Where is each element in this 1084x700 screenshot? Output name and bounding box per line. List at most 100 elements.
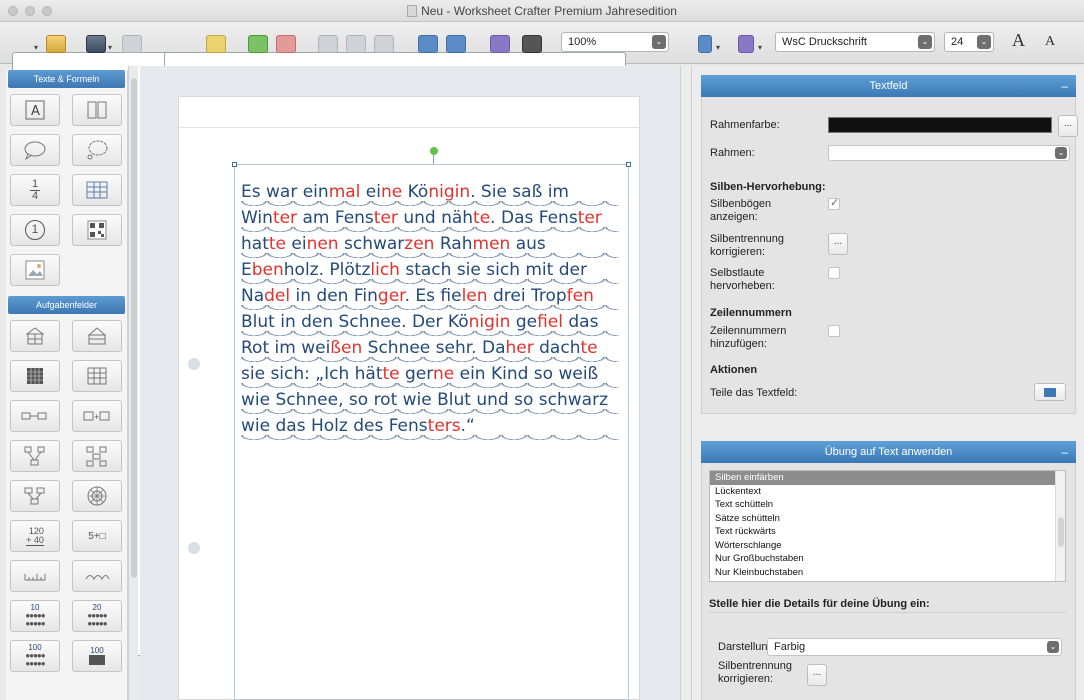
frame-color-swatch[interactable] [828, 117, 1052, 133]
exercise-list-item[interactable]: Nur Großbuchstaben [710, 552, 1065, 566]
hundred-board-tool-button[interactable] [10, 360, 60, 392]
frame-color-more-button[interactable]: ... [1058, 115, 1078, 137]
dot-field-20-button[interactable]: 20 ●●●●● ●●●●● [72, 600, 122, 632]
exercise-syllable-fix-button[interactable]: ... [807, 664, 827, 686]
hundred-field-button[interactable]: 100 [72, 640, 122, 672]
line-numbers-checkbox[interactable] [828, 325, 840, 337]
exercise-list-item[interactable]: Silben einfärben [710, 471, 1065, 485]
palette-scroll-thumb[interactable] [131, 78, 137, 578]
notes-icon[interactable] [206, 35, 226, 53]
font-size-select[interactable]: 24 ⌄ [944, 32, 994, 52]
display-select[interactable]: Farbig ⌄ [767, 638, 1062, 656]
spider-web-tool-button[interactable] [72, 480, 122, 512]
book-icon[interactable] [522, 35, 542, 53]
calculation-tree-tool-button[interactable] [72, 440, 122, 472]
page-header-line [179, 127, 639, 128]
open-folder-icon[interactable] [46, 35, 66, 53]
bar-chart-icon[interactable] [738, 35, 754, 53]
tree-diagram-tool-button[interactable] [10, 440, 60, 472]
title-bar: Neu - Worksheet Crafter Premium Jahresed… [0, 0, 1084, 22]
thought-bubble-tool-button[interactable] [72, 134, 122, 166]
chevron-down-icon[interactable]: ▾ [34, 43, 38, 52]
grid-icon [87, 367, 107, 385]
syllable-fix-button[interactable]: ... [828, 233, 848, 255]
vowels-checkbox[interactable] [828, 267, 840, 279]
speech-bubble-tool-button[interactable] [10, 134, 60, 166]
number-line-tool-button[interactable] [10, 400, 60, 432]
textbox-frame[interactable]: Es war einmal eine Königin. Sie saß im Wi… [232, 162, 631, 700]
exercise-list-item[interactable]: Text rückwärts [710, 525, 1065, 539]
chevron-down-icon[interactable]: ▾ [108, 43, 112, 52]
fraction-tool-button[interactable]: 14 [10, 174, 60, 206]
syllable-highlight: te [382, 364, 400, 384]
exercise-list-item[interactable]: Wörterschlange [710, 539, 1065, 553]
worksheet-canvas[interactable]: Es war einmal eine Königin. Sie saß im Wi… [140, 66, 680, 700]
numbering-tool-button[interactable]: 1 [10, 214, 60, 246]
dot-field-10-button[interactable]: 10 ●●●●● ●●●●● [10, 600, 60, 632]
textfeld-panel-header[interactable]: Textfeld – [701, 75, 1076, 97]
grow-font-button[interactable]: A [1012, 30, 1025, 51]
exercise-list-scrollbar[interactable] [1055, 471, 1065, 581]
scroll-thumb[interactable] [1058, 517, 1064, 547]
grid-tool-button[interactable] [72, 360, 122, 392]
exercise-list-item[interactable]: Nur Kleinbuchstaben [710, 566, 1065, 580]
columns-tool-button[interactable] [72, 94, 122, 126]
dot-field-100-button[interactable]: 100 ●●●●● ●●●●● [10, 640, 60, 672]
text-segment: . Sie saß im [470, 182, 569, 202]
exercise-list[interactable]: Silben einfärben Lückentext Text schütteln… [709, 470, 1066, 582]
paste-icon[interactable] [374, 35, 394, 53]
number-line-jumps-tool-button[interactable] [72, 560, 122, 592]
exercise-list-item[interactable]: Text schütteln [710, 498, 1065, 512]
text-segment: Rot im wei [241, 338, 331, 358]
split-textfield-button[interactable] [1034, 383, 1066, 401]
collapse-icon[interactable]: – [1061, 75, 1068, 97]
written-calculation-tool-button[interactable]: 120 + 40 [10, 520, 60, 552]
hundred-field-icon [89, 655, 105, 665]
pyramid-tool-button[interactable] [10, 480, 60, 512]
text-segment: das [562, 312, 599, 332]
delete-page-icon[interactable] [276, 35, 296, 53]
chevron-down-icon: ⌄ [1047, 641, 1059, 653]
canvas-scrollbar[interactable] [680, 66, 692, 700]
exercise-list-item[interactable]: Lückentext [710, 485, 1065, 499]
worksheet-page[interactable]: Es war einmal eine Königin. Sie saß im Wi… [178, 96, 640, 700]
textbox-icon: A [25, 100, 45, 120]
magic-icon[interactable] [490, 35, 510, 53]
resize-handle-top-left[interactable] [232, 162, 237, 167]
qr-code-tool-button[interactable] [72, 214, 122, 246]
house-table-tool-button[interactable] [72, 320, 122, 352]
chevron-down-icon[interactable]: ▾ [758, 43, 762, 52]
syllable-arcs-checkbox[interactable] [828, 196, 840, 210]
image-tool-button[interactable] [10, 254, 60, 286]
chevron-down-icon[interactable]: ▾ [716, 43, 720, 52]
table-tool-button[interactable] [72, 174, 122, 206]
collapse-icon[interactable]: – [1061, 441, 1068, 463]
divider [709, 612, 1066, 613]
ruler-tool-button[interactable] [10, 560, 60, 592]
syllable-arcs [241, 435, 619, 440]
exercise-panel-header[interactable]: Übung auf Text anwenden – [701, 441, 1076, 463]
rotate-handle[interactable] [430, 147, 438, 155]
resize-handle-top-right[interactable] [626, 162, 631, 167]
exercise-list-item[interactable]: Sätze schütteln [710, 512, 1065, 526]
shrink-font-button[interactable]: A [1045, 34, 1055, 50]
font-select[interactable]: WsC Druckschrift ⌄ [775, 32, 935, 52]
text-segment: Win [241, 208, 273, 228]
house-grid-tool-button[interactable] [10, 320, 60, 352]
equation-tool-button[interactable]: 5+□ [72, 520, 122, 552]
zoom-select[interactable]: 100% ⌄ [561, 32, 669, 52]
dolphin-icon[interactable] [418, 35, 438, 53]
operator-tool-button[interactable]: + [72, 400, 122, 432]
dolphin-alt-icon[interactable] [446, 35, 466, 53]
align-icon[interactable] [698, 35, 712, 53]
frame-select[interactable]: ⌄ [828, 145, 1070, 161]
inspector-panel: Textfeld – Rahmenfarbe: ... Rahmen: ⌄ Sil… [692, 66, 1084, 700]
add-page-icon[interactable] [248, 35, 268, 53]
textbox-tool-button[interactable]: A [10, 94, 60, 126]
story-text[interactable]: Es war einmal eine Königin. Sie saß im Wi… [241, 179, 631, 440]
copy-icon[interactable] [346, 35, 366, 53]
cut-icon[interactable] [318, 35, 338, 53]
undo-icon[interactable] [122, 35, 142, 53]
save-icon[interactable] [86, 35, 106, 53]
palette-scrollbar[interactable] [128, 66, 138, 700]
